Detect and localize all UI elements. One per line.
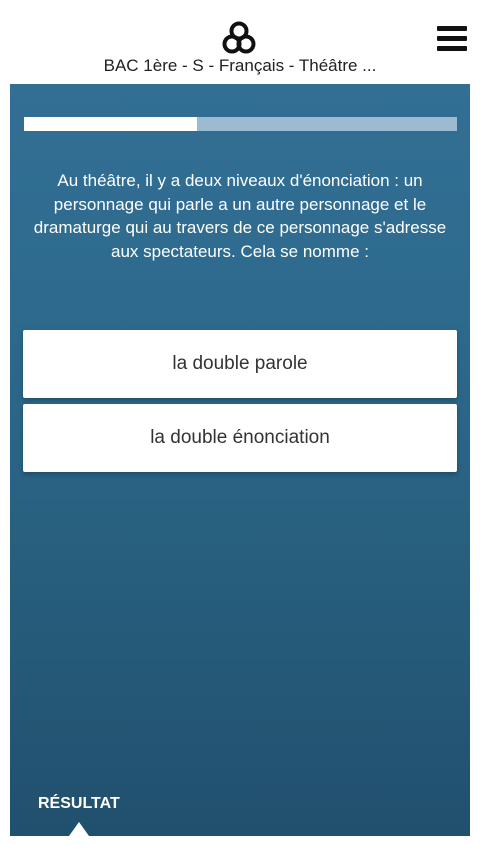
answer-option-double-enonciation[interactable]: la double énonciation (23, 404, 457, 472)
quiz-panel: Au théâtre, il y a deux niveaux d'énonci… (10, 84, 470, 836)
hamburger-menu-icon[interactable] (437, 26, 467, 52)
answer-option-double-parole[interactable]: la double parole (23, 330, 457, 398)
app-header: BAC 1ère - S - Français - Théâtre ... (0, 0, 480, 84)
answer-list: la double parole la double énonciation (23, 330, 457, 478)
progress-bar-fill (24, 117, 198, 131)
result-tab[interactable]: RÉSULTAT (38, 795, 120, 813)
question-text: Au théâtre, il y a deux niveaux d'énonci… (33, 171, 447, 261)
progress-bar (24, 117, 457, 131)
trefoil-logo-icon (222, 21, 256, 54)
page-title: BAC 1ère - S - Français - Théâtre ... (103, 56, 377, 75)
caret-up-icon (69, 822, 89, 836)
